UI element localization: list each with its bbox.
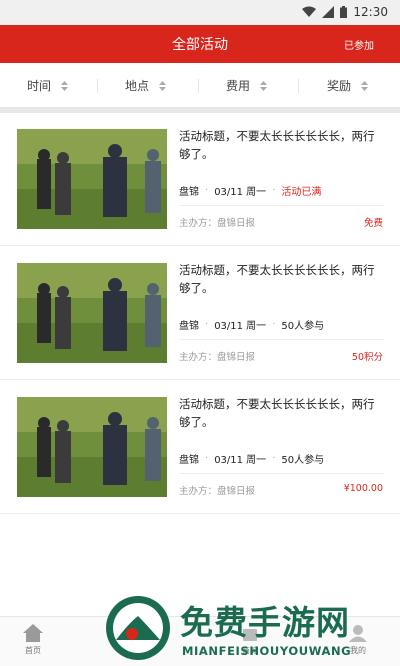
filter-label: 地点 (125, 79, 150, 93)
filter-label: 奖励 (327, 79, 352, 93)
activity-card[interactable]: 活动标题，不要太长长长长长长，两行够了。 盘锦 · 03/11 周一 · 活动已… (0, 113, 400, 246)
activity-reward: 50积分 (351, 352, 383, 363)
activity-thumbnail (17, 397, 167, 497)
filter-label: 费用 (226, 79, 251, 93)
activity-organizer: 主办方：盘锦日报 (179, 352, 256, 363)
card-divider (179, 473, 384, 474)
filter-bar: 时间 地点 费用 奖励 (0, 63, 400, 108)
status-time: 12:30 (353, 5, 388, 19)
activity-status: 50人参与 (281, 321, 325, 332)
activity-meta: 盘锦 · 03/11 周一 · 50人参与 (179, 319, 325, 332)
tab-label: 首页 (25, 646, 41, 655)
activity-location: 盘锦 (179, 321, 199, 332)
filter-location[interactable]: 地点 (125, 77, 167, 94)
battery-icon (340, 6, 348, 18)
watermark-logo-icon (106, 596, 170, 660)
activity-card[interactable]: 活动标题，不要太长长长长长长，两行够了。 盘锦 · 03/11 周一 · 50人… (0, 381, 400, 514)
app-header: 全部活动 已参加 (0, 25, 400, 63)
filter-cost[interactable]: 费用 (226, 77, 268, 94)
filter-reward[interactable]: 奖励 (327, 77, 369, 94)
sort-icon (361, 80, 369, 91)
wifi-icon (302, 6, 317, 17)
activity-date: 03/11 周一 (214, 321, 267, 332)
home-icon (23, 624, 43, 642)
watermark-subtitle: MIANFEISHOUYOUWANG (182, 644, 352, 658)
activity-card[interactable]: 活动标题，不要太长长长长长长，两行够了。 盘锦 · 03/11 周一 · 50人… (0, 247, 400, 380)
filter-label: 时间 (27, 79, 52, 93)
activity-date: 03/11 周一 (214, 455, 267, 466)
activity-meta: 盘锦 · 03/11 周一 · 50人参与 (179, 453, 325, 466)
tab-home[interactable]: 首页 (3, 623, 63, 656)
page-title: 全部活动 (172, 37, 228, 53)
status-bar: 12:30 (0, 0, 400, 25)
activity-title: 活动标题，不要太长长长长长长，两行够了。 (179, 263, 375, 295)
filter-time[interactable]: 时间 (27, 77, 69, 94)
activity-reward: 免费 (363, 218, 383, 229)
watermark: 免费手游网 MIANFEISHOUYOUWANG (104, 594, 400, 666)
activity-title: 活动标题，不要太长长长长长长，两行够了。 (179, 397, 375, 429)
sort-icon (260, 80, 268, 91)
activity-reward: ¥100.00 (343, 483, 383, 494)
activity-location: 盘锦 (179, 187, 199, 198)
activity-thumbnail (17, 263, 167, 363)
activity-status: 50人参与 (281, 455, 325, 466)
activity-organizer: 主办方：盘锦日报 (179, 218, 256, 229)
activity-meta: 盘锦 · 03/11 周一 · 活动已满 (179, 185, 322, 198)
activity-organizer: 主办方：盘锦日报 (179, 486, 256, 497)
sort-icon (159, 80, 167, 91)
activity-date: 03/11 周一 (214, 187, 267, 198)
activity-thumbnail (17, 129, 167, 229)
card-divider (179, 339, 384, 340)
joined-activities-button[interactable]: 已参加 (344, 37, 374, 52)
sort-icon (61, 80, 69, 91)
activity-status: 活动已满 (281, 187, 322, 198)
card-divider (179, 205, 384, 206)
filter-divider (97, 79, 98, 93)
activity-title: 活动标题，不要太长长长长长长，两行够了。 (179, 129, 375, 161)
filter-divider (198, 79, 199, 93)
signal-icon (322, 6, 335, 18)
watermark-title: 免费手游网 (180, 603, 350, 642)
activity-location: 盘锦 (179, 455, 199, 466)
filter-divider (298, 79, 299, 93)
status-icons: 12:30 (302, 5, 388, 19)
